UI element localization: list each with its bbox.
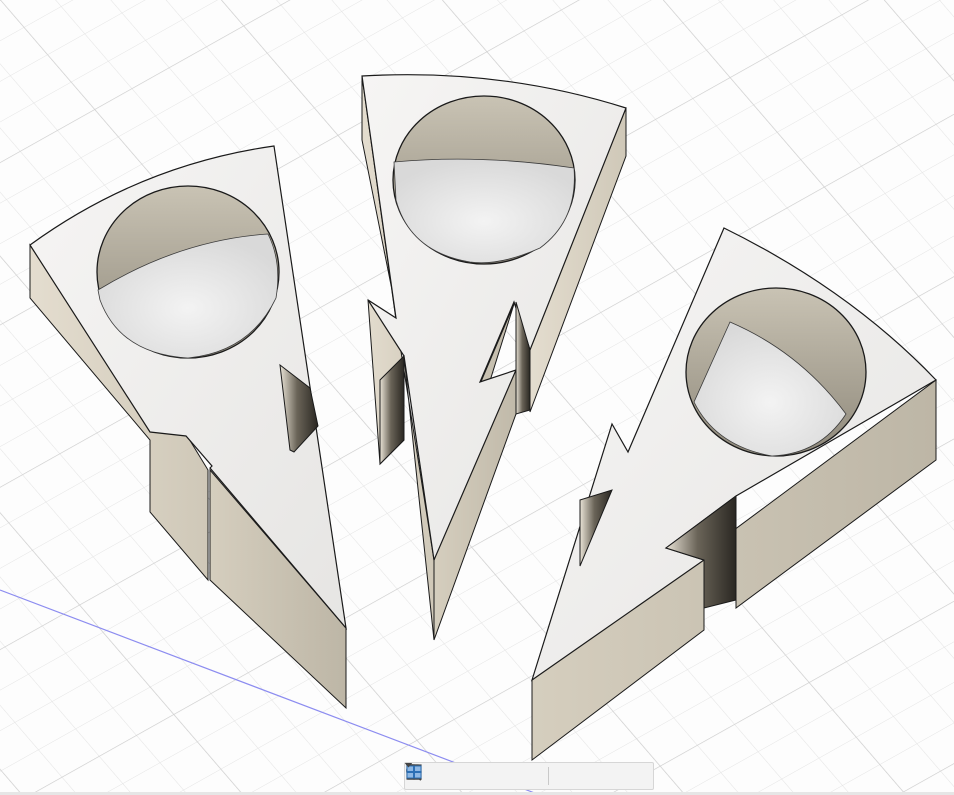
canvas-svg[interactable] — [0, 0, 954, 795]
display-settings-menu-caret[interactable] — [405, 763, 584, 787]
navigation-toolbar — [404, 762, 654, 790]
grid-snaps-menu-caret[interactable] — [405, 763, 616, 787]
chevron-down-icon — [405, 763, 412, 768]
zoom-window-menu-caret[interactable] — [405, 763, 543, 787]
look-at-button[interactable] — [407, 764, 463, 787]
zoom-button[interactable] — [406, 765, 511, 787]
display-settings-button[interactable] — [406, 765, 574, 787]
grid-snaps-button[interactable] — [406, 764, 606, 787]
pan-button[interactable] — [407, 764, 487, 787]
zoom-window-button[interactable] — [406, 764, 533, 787]
toolbar-separator — [548, 767, 549, 785]
viewports-button[interactable] — [406, 765, 638, 787]
orbit-menu-caret[interactable] — [405, 763, 439, 787]
3d-canvas[interactable] — [0, 0, 954, 795]
viewports-menu-caret[interactable] — [405, 763, 648, 787]
